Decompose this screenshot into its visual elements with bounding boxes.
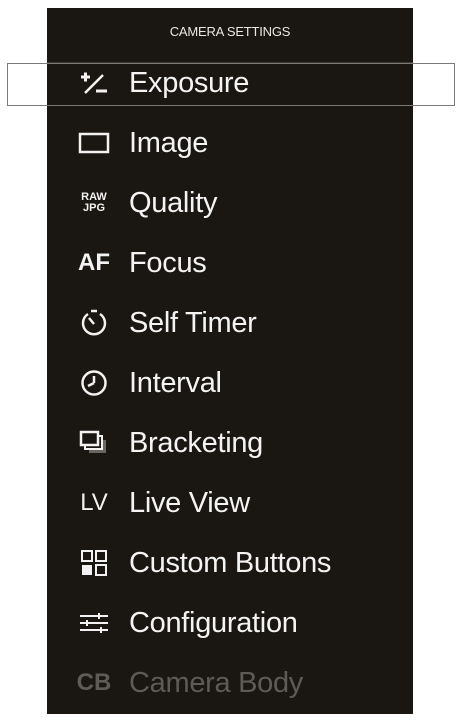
panel-title: CAMERA SETTINGS <box>169 23 291 39</box>
menu-item-label: Interval <box>129 366 222 399</box>
menu-item-label: Bracketing <box>129 426 264 459</box>
menu-item-configuration[interactable]: Configuration <box>47 598 413 648</box>
menu-item-label: Custom Buttons <box>129 546 332 579</box>
camera-settings-panel: CAMERA SETTINGS Exposure Image RAW JPG Q… <box>47 8 413 714</box>
menu-item-label: Self Timer <box>129 306 257 339</box>
custom-buttons-icon <box>73 545 115 581</box>
af-icon: AF <box>78 249 110 276</box>
menu-item-label: Configuration <box>129 606 298 639</box>
menu-item-label: Exposure <box>129 66 250 99</box>
menu-item-exposure[interactable]: Exposure <box>47 58 413 108</box>
menu-item-quality[interactable]: RAW JPG Quality <box>47 178 413 228</box>
self-timer-icon <box>73 305 115 341</box>
live-view-icon: LV <box>80 489 108 516</box>
menu-item-camera-body[interactable]: CB Camera Body <box>47 658 413 708</box>
bracketing-icon <box>73 425 115 461</box>
camera-body-icon: CB <box>76 669 112 696</box>
menu-item-bracketing[interactable]: Bracketing <box>47 418 413 468</box>
menu-item-image[interactable]: Image <box>47 118 413 168</box>
menu-item-label: Image <box>129 126 209 159</box>
menu-item-label: Quality <box>129 186 218 219</box>
menu-item-label: Focus <box>129 246 207 279</box>
menu-item-self-timer[interactable]: Self Timer <box>47 298 413 348</box>
raw-jpg-icon: RAW JPG <box>73 185 115 221</box>
image-frame-icon <box>73 125 115 161</box>
menu-item-label: Camera Body <box>129 666 303 699</box>
exposure-compensation-icon <box>73 65 115 101</box>
clock-icon <box>73 365 115 401</box>
menu-item-label: Live View <box>129 486 250 519</box>
menu-item-live-view[interactable]: LV Live View <box>47 478 413 528</box>
jpg-icon-text: JPG <box>82 202 105 214</box>
menu-item-focus[interactable]: AF Focus <box>47 238 413 288</box>
configuration-sliders-icon <box>73 605 115 641</box>
menu-item-custom-buttons[interactable]: Custom Buttons <box>47 538 413 588</box>
menu-item-interval[interactable]: Interval <box>47 358 413 408</box>
